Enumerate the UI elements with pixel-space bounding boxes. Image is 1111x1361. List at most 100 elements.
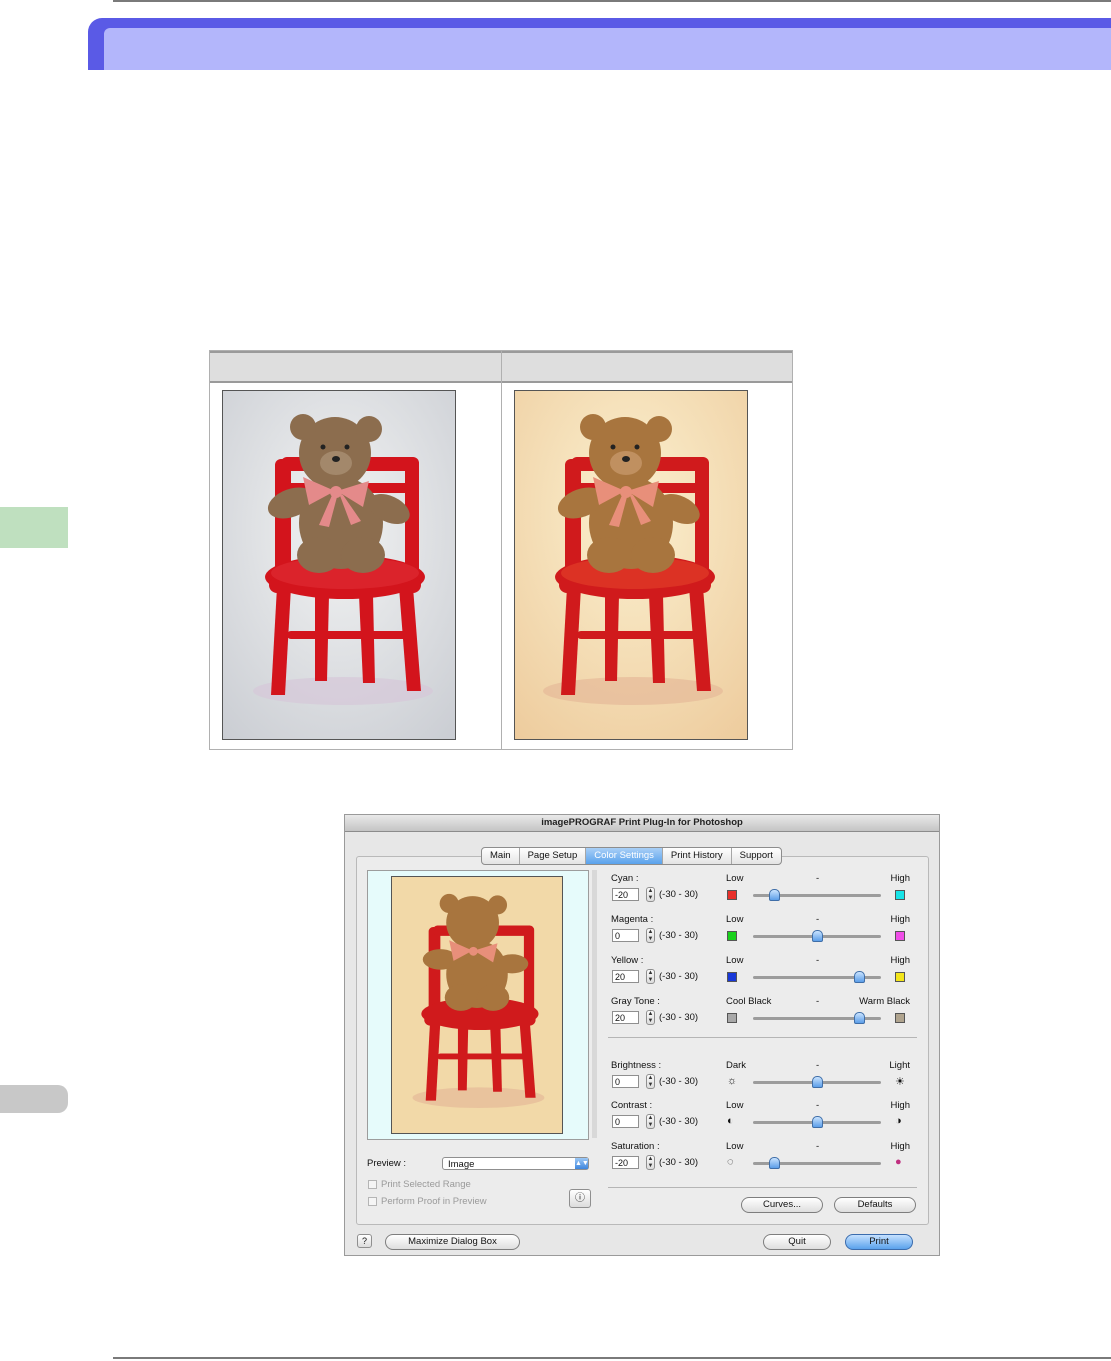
help-icon: ? — [361, 1236, 367, 1246]
comparison-table — [209, 350, 793, 750]
low-color-swatch-icon — [727, 890, 737, 900]
select-arrows-icon: ▲▼ — [575, 1158, 589, 1169]
adjust-low-label: Dark — [726, 1060, 747, 1071]
adjust-range-label: (-30 - 30) — [659, 1157, 699, 1168]
adjust-mid-label: - — [816, 996, 820, 1007]
adjust-stepper[interactable]: ▲ ▼ — [646, 1114, 655, 1129]
adjust-mid-label: - — [816, 1141, 820, 1152]
adjust-high-label: High — [890, 1141, 910, 1152]
tab-main[interactable]: Main — [482, 848, 520, 864]
low-color-swatch-icon — [727, 931, 737, 941]
adjust-high-label: High — [890, 873, 910, 884]
perform-proof-label: Perform Proof in Preview — [381, 1196, 487, 1207]
help-button[interactable]: ? — [357, 1234, 372, 1248]
bottom-rule — [113, 1357, 1111, 1359]
adjust-low-label: Low — [726, 873, 744, 884]
perform-proof-checkbox[interactable] — [368, 1197, 377, 1206]
adjust-range-label: (-30 - 30) — [659, 971, 699, 982]
adjust-slider-thumb[interactable] — [768, 1157, 780, 1169]
adjust-value-field[interactable]: 0 — [612, 929, 639, 942]
adjust-stepper[interactable]: ▲ ▼ — [646, 1155, 655, 1170]
adjust-name-label: Yellow : — [611, 955, 644, 966]
print-plugin-dialog: imagePROGRAF Print Plug-In for Photoshop… — [344, 814, 940, 1256]
adjust-high-label: High — [890, 1100, 910, 1111]
table-column-divider — [501, 351, 502, 749]
print-button[interactable]: Print — [845, 1234, 913, 1250]
top-rule — [113, 0, 1111, 2]
tab-page-setup[interactable]: Page Setup — [520, 848, 587, 864]
adjust-slider-thumb[interactable] — [811, 1076, 823, 1088]
chapter-tab — [0, 507, 68, 548]
adjust-value-field[interactable]: 0 — [612, 1115, 639, 1128]
adjust-stepper[interactable]: ▲ ▼ — [646, 928, 655, 943]
adjust-value-field[interactable]: -20 — [612, 888, 639, 901]
adjust-slider-thumb[interactable] — [811, 1116, 823, 1128]
adjust-value-field[interactable]: 0 — [612, 1075, 639, 1088]
adjust-mid-label: - — [816, 1100, 820, 1111]
adjust-slider-thumb[interactable] — [854, 971, 866, 983]
adjust-slider-thumb[interactable] — [854, 1012, 866, 1024]
adjust-name-label: Cyan : — [611, 873, 639, 884]
tab-support[interactable]: Support — [732, 848, 781, 864]
preview-info-button[interactable]: ⓘ — [569, 1189, 591, 1208]
adjust-range-label: (-30 - 30) — [659, 1076, 699, 1087]
adjust-high-label: High — [890, 914, 910, 925]
maximize-dialog-button[interactable]: Maximize Dialog Box — [385, 1234, 520, 1250]
group-separator — [608, 1037, 917, 1038]
adjust-value-field[interactable]: 20 — [612, 1011, 639, 1024]
curves-button[interactable]: Curves... — [741, 1197, 823, 1213]
adjust-range-label: (-30 - 30) — [659, 1012, 699, 1023]
adjust-stepper[interactable]: ▲ ▼ — [646, 1010, 655, 1025]
defaults-button[interactable]: Defaults — [834, 1197, 916, 1213]
print-selected-range-label: Print Selected Range — [381, 1179, 471, 1190]
preview-select[interactable]: Image ▲▼ — [442, 1157, 589, 1170]
adjust-name-label: Gray Tone : — [611, 996, 660, 1007]
document-info-icon: ⓘ — [575, 1193, 585, 1204]
buttons-separator — [608, 1187, 917, 1188]
tab-print-history[interactable]: Print History — [663, 848, 732, 864]
adjust-mid-label: - — [816, 955, 820, 966]
print-selected-range-checkbox[interactable] — [368, 1180, 377, 1189]
high-color-swatch-icon — [895, 972, 905, 982]
adjust-high-label: Warm Black — [859, 996, 910, 1007]
adjust-low-label: Low — [726, 1100, 744, 1111]
adjust-low-label: Low — [726, 914, 744, 925]
preview-scrollbar[interactable] — [592, 870, 597, 1138]
high-color-swatch-icon — [895, 1013, 905, 1023]
preview-pane — [367, 870, 589, 1140]
adjust-stepper[interactable]: ▲ ▼ — [646, 1074, 655, 1089]
preview-teddy-bear-image — [392, 877, 562, 1133]
adjust-stepper[interactable]: ▲ ▼ — [646, 887, 655, 902]
high-color-swatch-icon — [895, 890, 905, 900]
quit-button[interactable]: Quit — [763, 1234, 831, 1250]
section-banner-inner — [104, 28, 1111, 70]
preview-select-value: Image — [448, 1159, 475, 1170]
saturation-high-icon: ● — [895, 1156, 902, 1168]
adjust-stepper[interactable]: ▲ ▼ — [646, 969, 655, 984]
tab-bar: Main Page Setup Color Settings Print His… — [481, 847, 782, 865]
adjust-low-label: Low — [726, 1141, 744, 1152]
low-color-swatch-icon — [727, 972, 737, 982]
adjust-value-field[interactable]: -20 — [612, 1156, 639, 1169]
adjust-slider-thumb[interactable] — [768, 889, 780, 901]
sun-bright-icon: ☀ — [895, 1076, 905, 1088]
sun-dim-icon: ☼ — [727, 1075, 738, 1087]
adjust-high-label: Light — [889, 1060, 910, 1071]
adjust-slider-thumb[interactable] — [811, 930, 823, 942]
adjust-name-label: Brightness : — [611, 1060, 662, 1071]
tab-color-settings[interactable]: Color Settings — [586, 848, 663, 864]
saturation-low-icon: ◌ — [727, 1156, 734, 1168]
adjust-value-field[interactable]: 20 — [612, 970, 639, 983]
adjust-name-label: Saturation : — [611, 1141, 660, 1152]
adjusted-photo — [514, 390, 748, 740]
high-color-swatch-icon — [895, 931, 905, 941]
adjust-range-label: (-30 - 30) — [659, 1116, 699, 1127]
teddy-bear-adjusted-image — [515, 391, 747, 739]
index-tab — [0, 1085, 68, 1113]
adjust-high-label: High — [890, 955, 910, 966]
adjust-range-label: (-30 - 30) — [659, 930, 699, 941]
contrast-high-icon: ◑ — [895, 1115, 902, 1127]
adjust-name-label: Magenta : — [611, 914, 654, 925]
contrast-low-icon: ◐ — [727, 1115, 734, 1127]
adjust-mid-label: - — [816, 914, 820, 925]
